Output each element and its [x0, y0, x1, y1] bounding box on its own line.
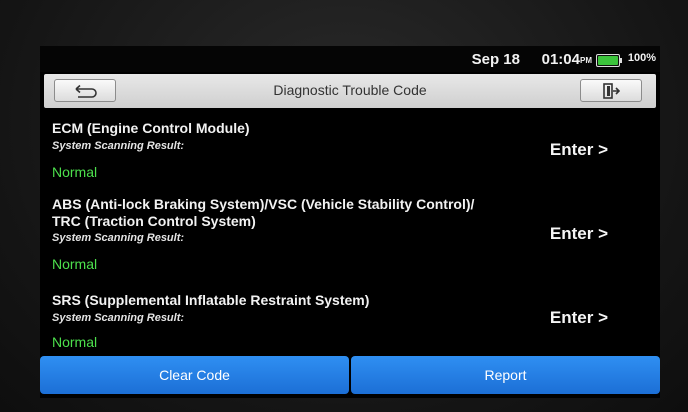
- exit-button[interactable]: [580, 79, 642, 102]
- module-name-line: SRS (Supplemental Inflatable Restraint S…: [52, 292, 370, 308]
- status-date: Sep 18: [471, 51, 520, 68]
- status-time: 01:04: [541, 51, 580, 68]
- scan-result-label: System Scanning Result:: [52, 140, 185, 152]
- module-row-abs: ABS (Anti-lock Braking System)/VSC (Vehi…: [40, 196, 660, 280]
- report-button[interactable]: Report: [351, 356, 660, 394]
- battery-tip: [620, 58, 622, 63]
- scan-result-label: System Scanning Result:: [52, 232, 185, 244]
- status-ampm: PM: [580, 56, 592, 65]
- scan-result-label: System Scanning Result:: [52, 312, 185, 324]
- clear-code-button[interactable]: Clear Code: [40, 356, 349, 394]
- module-name: ECM (Engine Control Module): [52, 120, 250, 137]
- module-name-line: TRC (Traction Control System): [52, 213, 256, 229]
- status-bar: Sep 18 01:04 PM 100%: [40, 46, 660, 72]
- device-photo: Sep 18 01:04 PM 100% Diagnostic Trouble …: [0, 0, 688, 412]
- enter-button-ecm[interactable]: Enter >: [550, 140, 608, 160]
- module-list: ECM (Engine Control Module) System Scann…: [40, 112, 660, 354]
- title-bar: Diagnostic Trouble Code: [44, 74, 656, 108]
- module-name-line: ABS (Anti-lock Braking System)/VSC (Vehi…: [52, 196, 475, 212]
- exit-door-icon: [603, 82, 620, 99]
- scan-result-value: Normal: [52, 164, 98, 180]
- enter-button-abs[interactable]: Enter >: [550, 224, 608, 244]
- battery-level-fill: [598, 56, 618, 65]
- battery-percent: 100%: [627, 52, 656, 64]
- module-row-ecm: ECM (Engine Control Module) System Scann…: [40, 120, 660, 184]
- device-screen: Sep 18 01:04 PM 100% Diagnostic Trouble …: [40, 46, 660, 398]
- bottom-action-bar: Clear Code Report: [40, 356, 660, 394]
- battery-icon: [596, 54, 622, 67]
- scan-result-value: Normal: [52, 256, 98, 272]
- enter-button-srs[interactable]: Enter >: [550, 308, 608, 328]
- module-name: ABS (Anti-lock Braking System)/VSC (Vehi…: [52, 196, 474, 230]
- scan-result-value: Normal: [52, 334, 98, 350]
- module-name: SRS (Supplemental Inflatable Restraint S…: [52, 292, 369, 309]
- module-name-line: ECM (Engine Control Module): [52, 120, 250, 136]
- module-row-srs: SRS (Supplemental Inflatable Restraint S…: [40, 292, 660, 354]
- page-title: Diagnostic Trouble Code: [273, 82, 427, 98]
